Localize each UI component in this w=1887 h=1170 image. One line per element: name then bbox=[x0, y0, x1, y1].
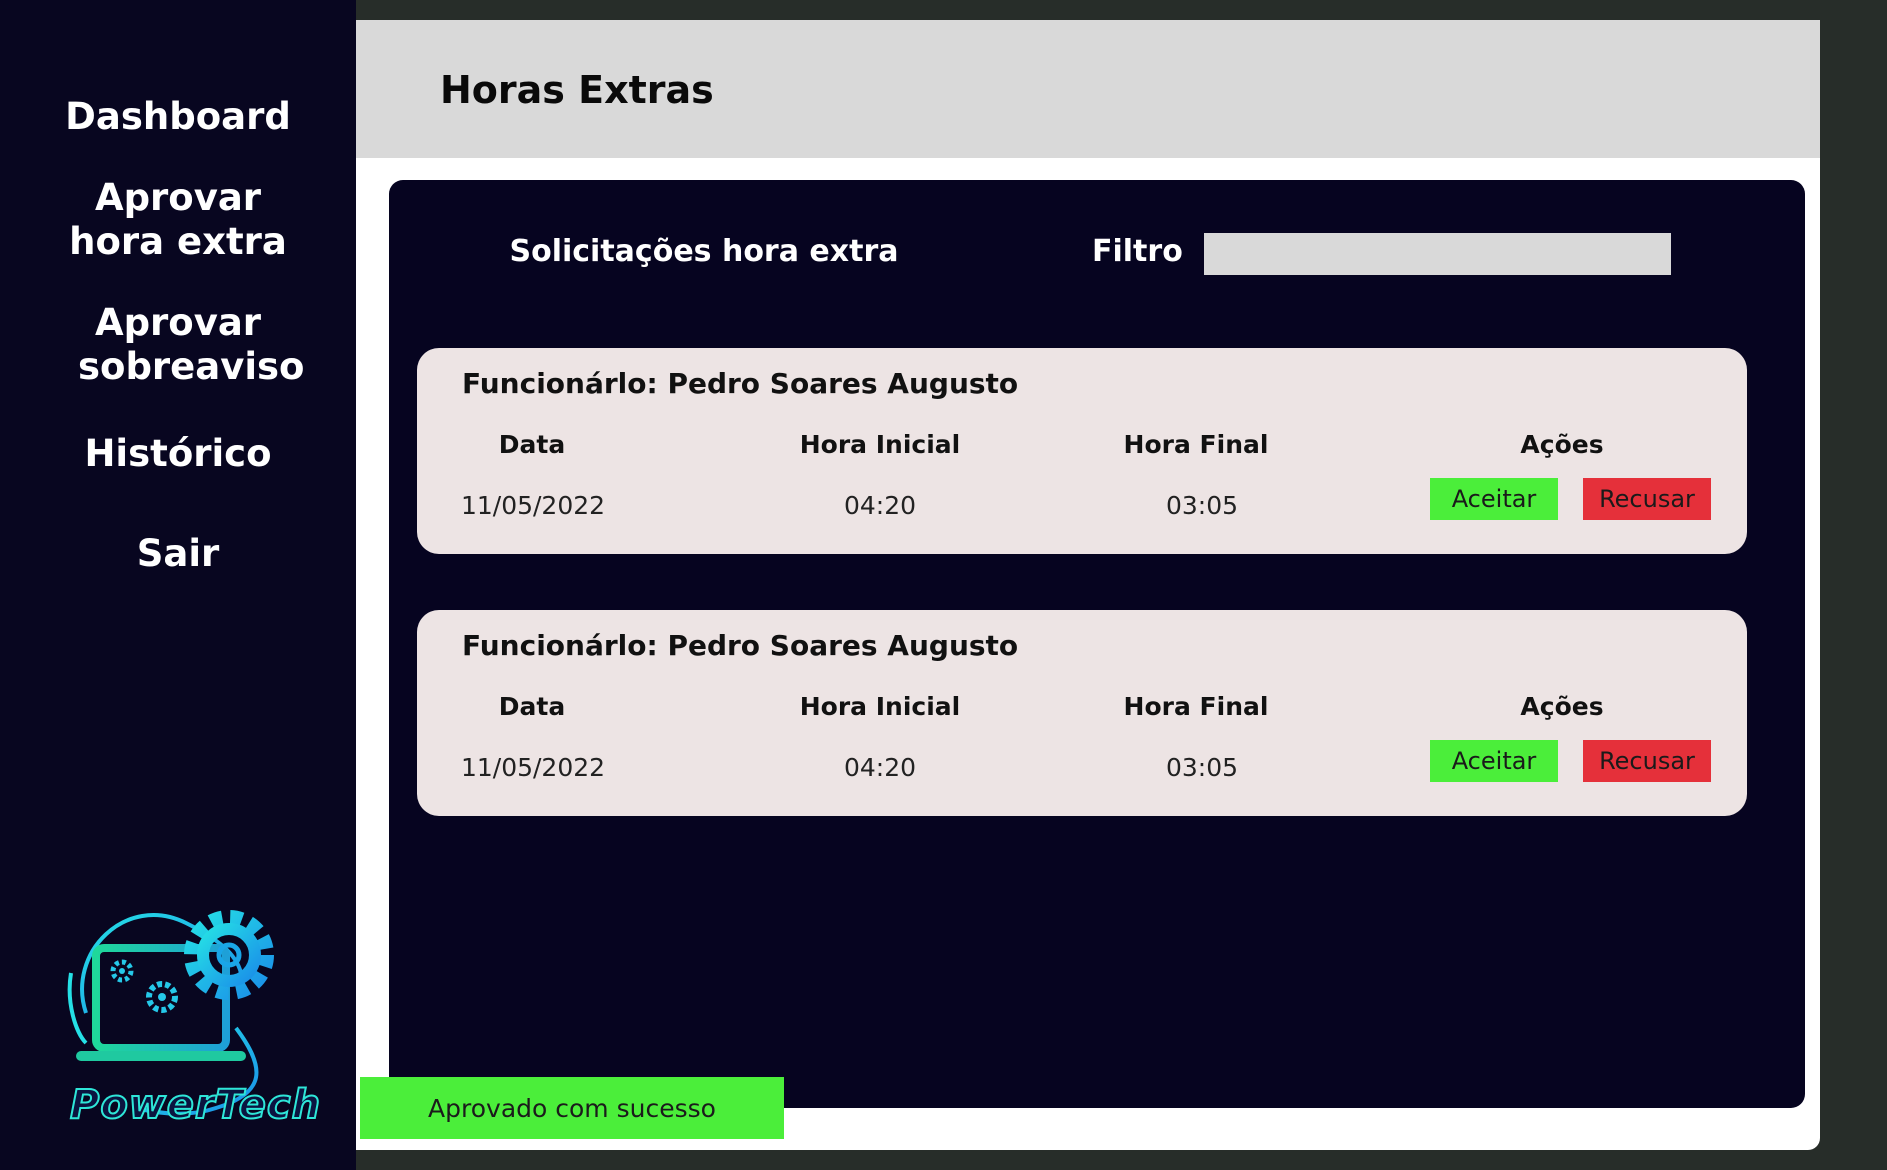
filter-input[interactable] bbox=[1204, 233, 1671, 275]
sidebar-item-dashboard[interactable]: Dashboard bbox=[0, 95, 356, 139]
cell-date: 11/05/2022 bbox=[460, 491, 606, 520]
column-header-acoes: Ações bbox=[1520, 430, 1604, 459]
employee-name: Funcionárlo: Pedro Soares Augusto bbox=[462, 629, 1019, 662]
request-card: Funcionárlo: Pedro Soares Augusto Data H… bbox=[417, 610, 1747, 816]
employee-name: Funcionárlo: Pedro Soares Augusto bbox=[462, 367, 1019, 400]
accept-button[interactable]: Aceitar bbox=[1430, 478, 1558, 520]
requests-panel: Solicitações hora extra Filtro Funcionár… bbox=[389, 180, 1805, 1108]
cell-start-time: 04:20 bbox=[843, 491, 917, 520]
main-area: Horas Extras Solicitações hora extra Fil… bbox=[356, 20, 1820, 1150]
request-card: Funcionárlo: Pedro Soares Augusto Data H… bbox=[417, 348, 1747, 554]
reject-button[interactable]: Recusar bbox=[1583, 740, 1711, 782]
cell-start-time: 04:20 bbox=[843, 753, 917, 782]
cell-end-time: 03:05 bbox=[1165, 491, 1239, 520]
header: Horas Extras bbox=[356, 20, 1820, 158]
logo-text: PowerTech bbox=[69, 1081, 322, 1129]
sidebar-item-aprovar-sobreaviso[interactable]: Aprovar sobreaviso bbox=[0, 301, 356, 389]
cell-date: 11/05/2022 bbox=[460, 753, 606, 782]
column-header-hora-inicial: Hora Inicial bbox=[799, 692, 961, 721]
column-header-hora-final: Hora Final bbox=[1123, 692, 1269, 721]
sidebar: Dashboard Aprovar hora extra Aprovar sob… bbox=[0, 0, 356, 1170]
sidebar-item-aprovar-hora-extra[interactable]: Aprovar hora extra bbox=[0, 176, 356, 264]
column-header-acoes: Ações bbox=[1520, 692, 1604, 721]
reject-button[interactable]: Recusar bbox=[1583, 478, 1711, 520]
cell-end-time: 03:05 bbox=[1165, 753, 1239, 782]
success-toast: Aprovado com sucesso bbox=[360, 1077, 784, 1139]
column-header-data: Data bbox=[498, 430, 566, 459]
accept-button[interactable]: Aceitar bbox=[1430, 740, 1558, 782]
sidebar-item-historico[interactable]: Histórico bbox=[0, 432, 356, 476]
filter-label: Filtro bbox=[1092, 234, 1183, 269]
column-header-hora-inicial: Hora Inicial bbox=[799, 430, 961, 459]
column-header-hora-final: Hora Final bbox=[1123, 430, 1269, 459]
sidebar-item-sair[interactable]: Sair bbox=[0, 532, 356, 576]
column-header-data: Data bbox=[498, 692, 566, 721]
page-title: Horas Extras bbox=[440, 68, 714, 112]
panel-title: Solicitações hora extra bbox=[509, 234, 899, 269]
